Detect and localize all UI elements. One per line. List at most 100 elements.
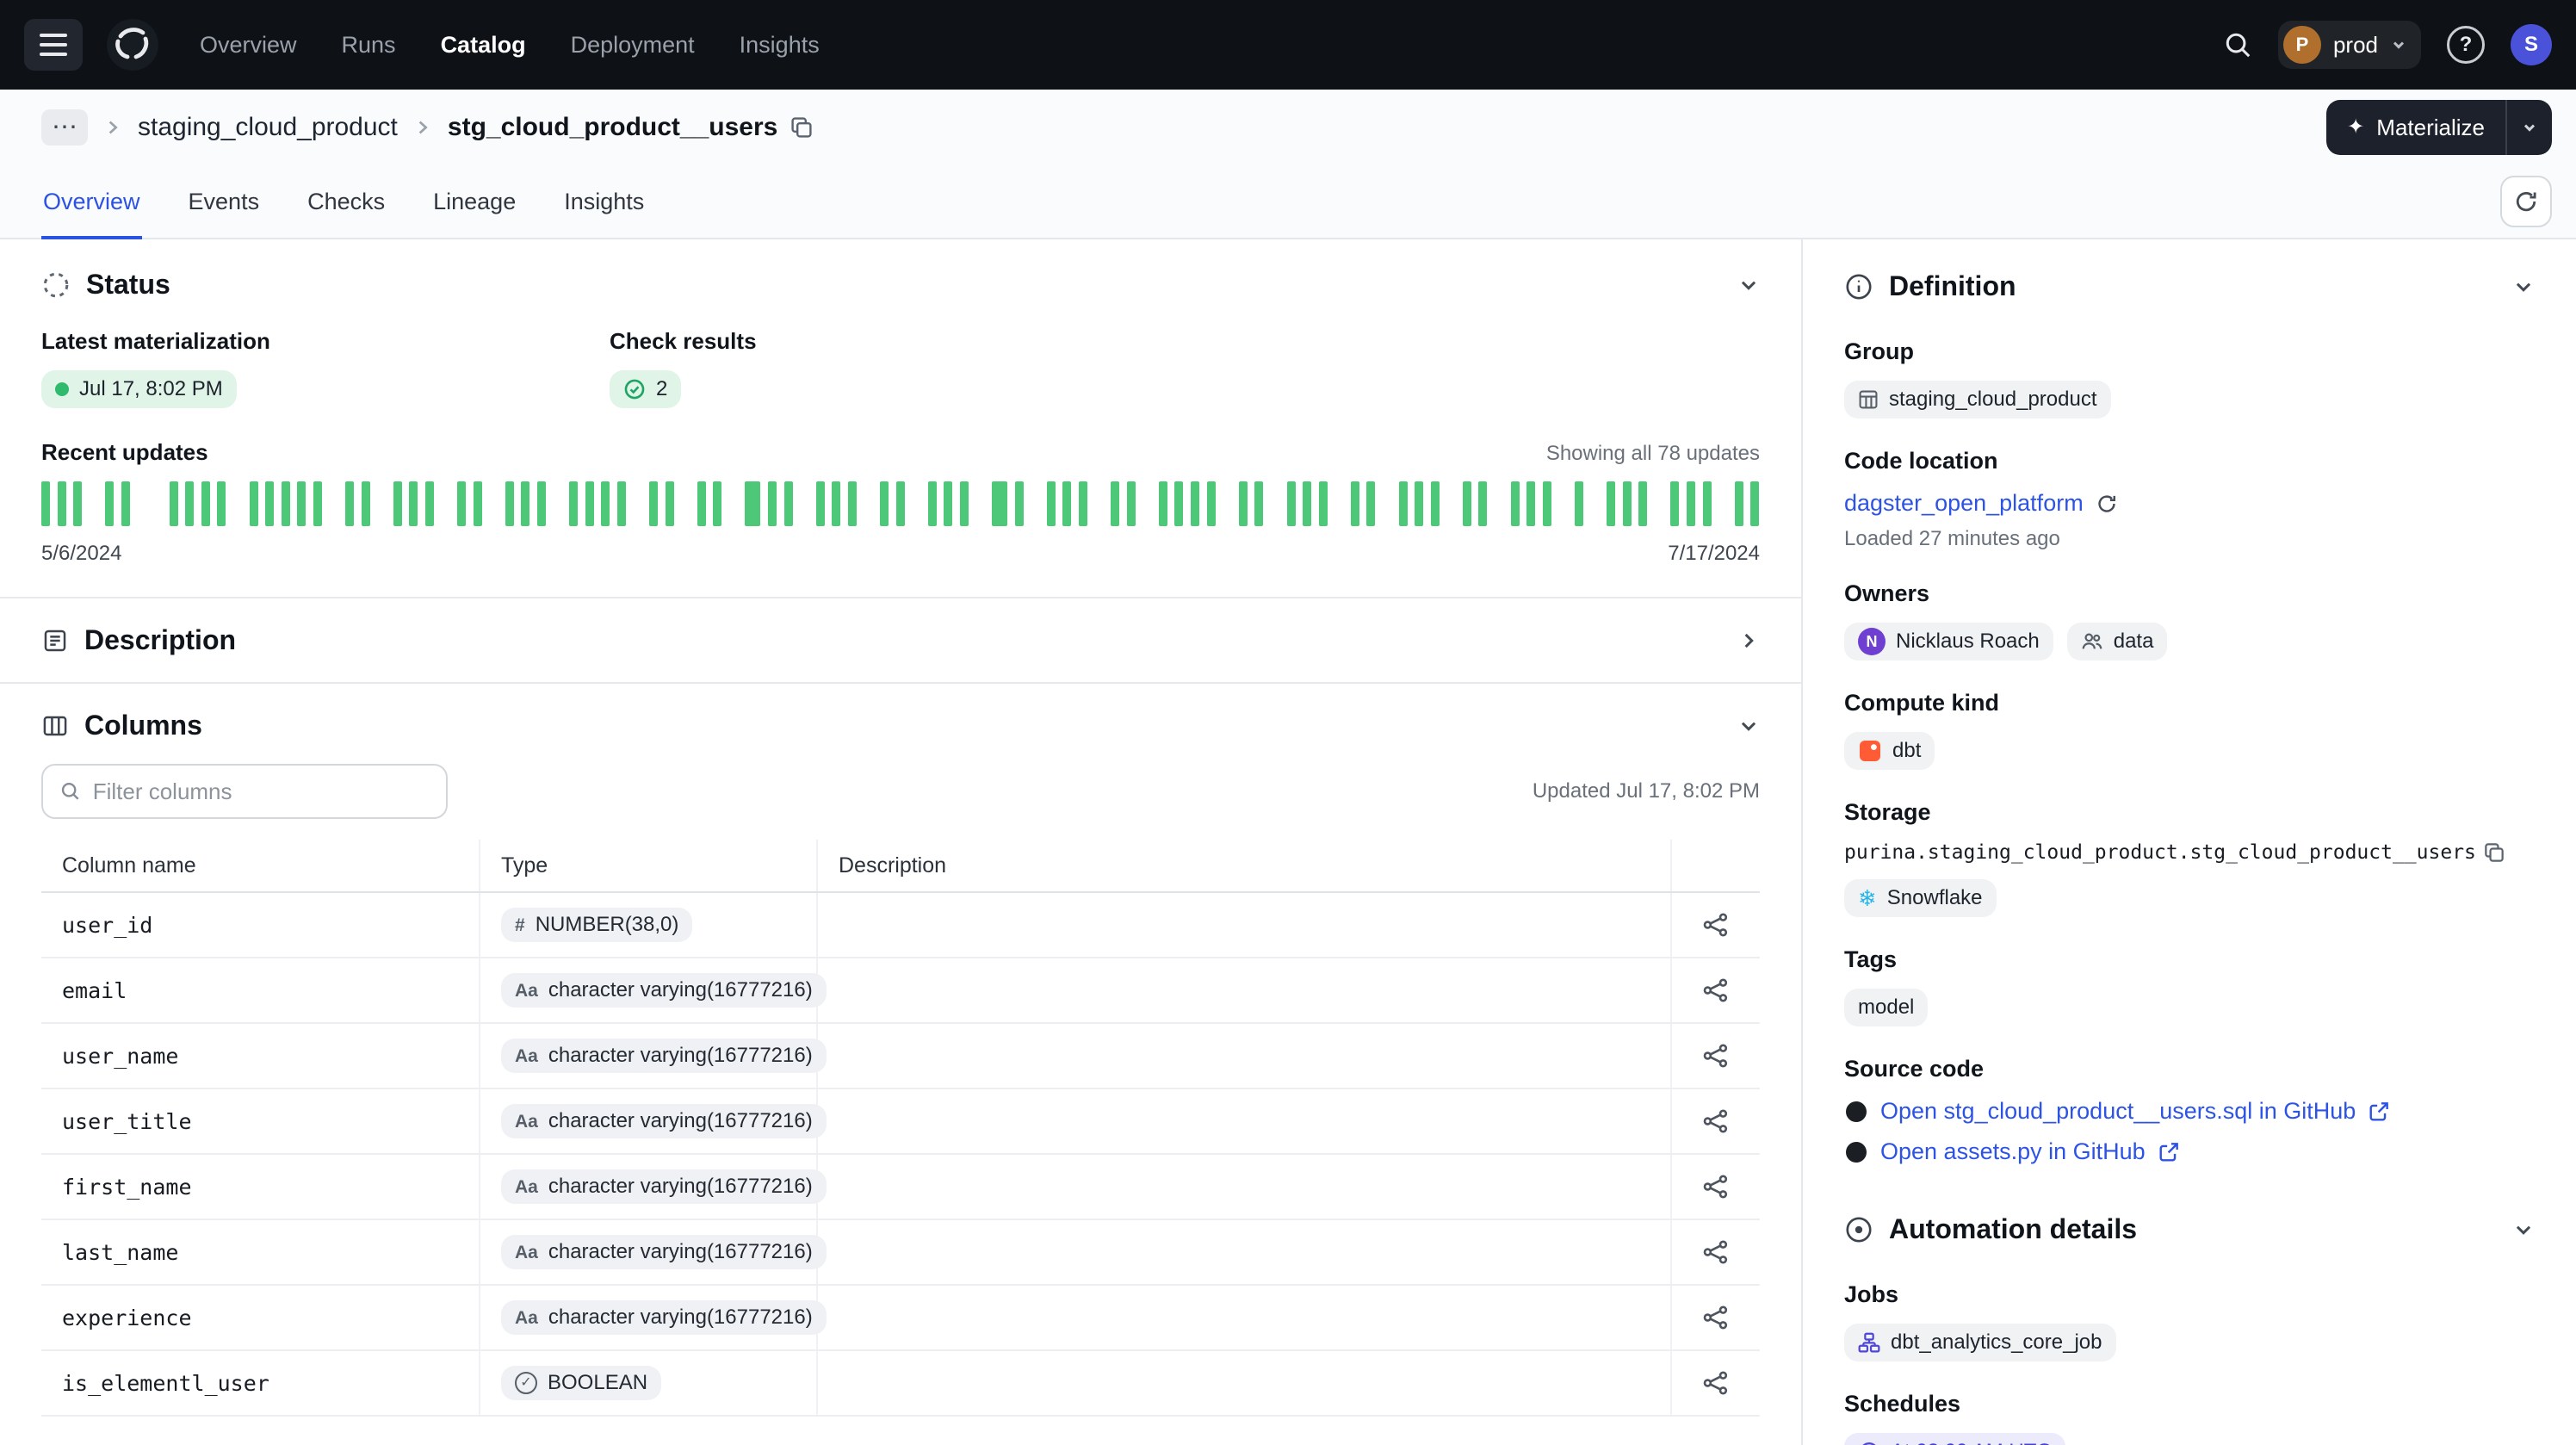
update-tick[interactable] [1174, 481, 1183, 526]
update-tick[interactable] [928, 481, 937, 526]
update-tick[interactable] [121, 481, 130, 526]
update-tick[interactable] [201, 481, 210, 526]
update-tick[interactable] [896, 481, 905, 526]
update-tick[interactable] [1319, 481, 1328, 526]
update-tick[interactable] [185, 481, 194, 526]
update-tick[interactable] [1079, 481, 1087, 526]
update-tick[interactable] [585, 481, 594, 526]
update-tick[interactable] [1415, 481, 1423, 526]
search-icon[interactable] [2223, 30, 2252, 59]
update-tick[interactable] [784, 481, 793, 526]
nav-item-overview[interactable]: Overview [200, 32, 297, 59]
column-lineage-button[interactable] [1694, 1230, 1738, 1274]
column-lineage-button[interactable] [1694, 1164, 1738, 1209]
nav-item-insights[interactable]: Insights [740, 32, 820, 59]
update-tick[interactable] [1303, 481, 1311, 526]
update-tick[interactable] [697, 481, 706, 526]
update-tick[interactable] [1366, 481, 1375, 526]
update-tick[interactable] [1478, 481, 1487, 526]
nav-item-runs[interactable]: Runs [342, 32, 396, 59]
column-lineage-button[interactable] [1694, 968, 1738, 1013]
update-tick[interactable] [521, 481, 529, 526]
update-tick[interactable] [666, 481, 674, 526]
filter-columns-input[interactable] [93, 778, 429, 805]
description-section-header[interactable]: Description [0, 598, 1801, 682]
update-tick[interactable] [880, 481, 889, 526]
update-tick[interactable] [649, 481, 658, 526]
update-tick[interactable] [832, 481, 840, 526]
hamburger-menu-button[interactable] [24, 19, 83, 71]
update-tick[interactable] [217, 481, 226, 526]
deployment-switcher[interactable]: P prod [2278, 21, 2421, 69]
column-lineage-button[interactable] [1694, 1099, 1738, 1144]
refresh-button[interactable] [2500, 176, 2552, 227]
update-tick[interactable] [409, 481, 418, 526]
update-tick[interactable] [1670, 481, 1679, 526]
update-tick[interactable] [1254, 481, 1263, 526]
update-tick[interactable] [1047, 481, 1056, 526]
definition-header[interactable]: Definition [1844, 267, 2535, 309]
update-tick[interactable] [41, 481, 50, 526]
compute-kind-badge[interactable]: dbt [1844, 732, 1935, 770]
update-tick[interactable] [537, 481, 546, 526]
update-tick[interactable] [1399, 481, 1408, 526]
update-tick[interactable] [345, 481, 354, 526]
automation-details-header[interactable]: Automation details [1844, 1210, 2535, 1252]
update-tick[interactable] [617, 481, 626, 526]
tab-checks[interactable]: Checks [306, 189, 387, 239]
update-tick[interactable] [601, 481, 610, 526]
breadcrumb-ellipsis-button[interactable]: ⋯ [41, 109, 88, 146]
update-tick[interactable] [1191, 481, 1199, 526]
update-tick[interactable] [474, 481, 482, 526]
update-tick[interactable] [1207, 481, 1216, 526]
update-tick[interactable] [848, 481, 857, 526]
schedule-badge[interactable]: At 03:00 AM UTC [1844, 1433, 2065, 1445]
dagster-logo-icon[interactable] [103, 16, 162, 74]
update-tick[interactable] [1111, 481, 1119, 526]
update-tick[interactable] [1638, 481, 1647, 526]
update-tick[interactable] [1703, 481, 1712, 526]
breadcrumb-group-link[interactable]: staging_cloud_product [138, 113, 398, 142]
group-badge[interactable]: staging_cloud_product [1844, 381, 2111, 419]
tab-lineage[interactable]: Lineage [431, 189, 517, 239]
column-lineage-button[interactable] [1694, 1295, 1738, 1340]
update-tick[interactable] [393, 481, 402, 526]
status-section-header[interactable]: Status [0, 239, 1801, 321]
materialize-dropdown-button[interactable] [2505, 100, 2552, 155]
update-tick[interactable] [457, 481, 466, 526]
owner-badge[interactable]: N Nicklaus Roach [1844, 623, 2053, 660]
update-tick[interactable] [362, 481, 370, 526]
update-tick[interactable] [1431, 481, 1440, 526]
update-tick[interactable] [1526, 481, 1535, 526]
storage-kind-badge[interactable]: ❄ Snowflake [1844, 879, 1997, 917]
update-tick[interactable] [1351, 481, 1359, 526]
update-tick[interactable] [425, 481, 434, 526]
update-tick[interactable] [250, 481, 258, 526]
tab-events[interactable]: Events [187, 189, 262, 239]
update-tick[interactable] [1239, 481, 1248, 526]
update-tick[interactable] [960, 481, 969, 526]
source-code-link-assets[interactable]: Open assets.py in GitHub [1880, 1138, 2146, 1165]
update-tick[interactable] [1463, 481, 1471, 526]
update-tick[interactable] [73, 481, 82, 526]
update-tick[interactable] [1687, 481, 1695, 526]
update-tick[interactable] [58, 481, 66, 526]
update-tick[interactable] [1159, 481, 1167, 526]
update-tick[interactable] [1575, 481, 1583, 526]
nav-item-catalog[interactable]: Catalog [441, 32, 526, 59]
update-tick[interactable] [313, 481, 322, 526]
copy-storage-path-icon[interactable] [2483, 841, 2505, 864]
nav-item-deployment[interactable]: Deployment [571, 32, 695, 59]
recent-updates-strip[interactable] [41, 481, 1760, 526]
code-location-link[interactable]: dagster_open_platform [1844, 490, 2084, 517]
update-tick[interactable] [1062, 481, 1071, 526]
column-lineage-button[interactable] [1694, 1033, 1738, 1078]
tag-badge[interactable]: model [1844, 989, 1928, 1026]
update-tick[interactable] [1511, 481, 1520, 526]
update-tick[interactable] [1127, 481, 1136, 526]
columns-section-header[interactable]: Columns [0, 684, 1801, 760]
check-results-badge[interactable]: 2 [610, 370, 681, 408]
update-tick[interactable] [745, 481, 760, 526]
update-tick[interactable] [992, 481, 1007, 526]
latest-materialization-badge[interactable]: Jul 17, 8:02 PM [41, 370, 237, 408]
